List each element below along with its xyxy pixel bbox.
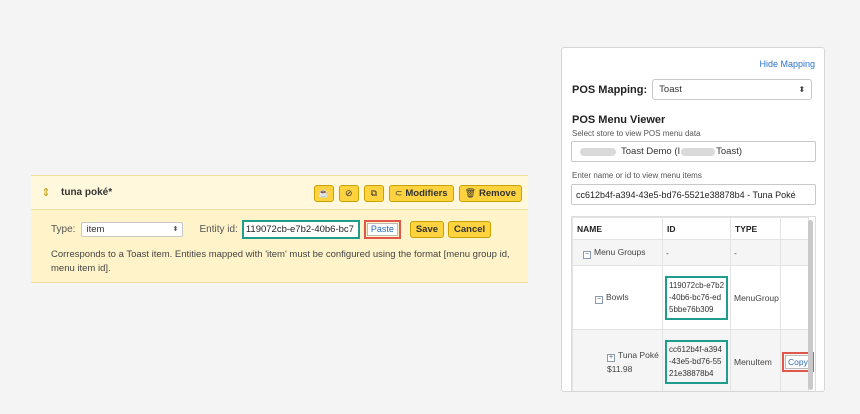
row-name: Bowls [606,291,629,302]
item-id-highlight: cc612b4f-a394-43e5-bd76-5521e38878b4 [665,339,728,384]
header-actions: ☕ ⊘ ⧉ ⊂ Modifiers 🗑 Remove [313,185,522,202]
copy-icon-button[interactable]: ⧉ [363,185,384,202]
row-action-cell: Copy [780,329,814,391]
row-id-cell: cc612b4f-a394-43e5-bd76-5521e38878b4 [662,329,731,391]
col-header-actions [780,217,809,240]
editor-header: ⇕ tuna poké* ☕ ⊘ ⧉ ⊂ Modifiers 🗑 Remove [31,176,528,210]
menu-table: NAME ID TYPE − Menu Groups - - − Bowls 1… [572,217,814,391]
modifiers-icon: ⊂ [394,188,403,198]
remove-label: Remove [479,188,516,199]
copy-button[interactable]: Copy [785,354,811,369]
row-name: Menu Groups [594,246,646,257]
bowl-icon: ☕ [318,188,330,198]
entity-id-label: Entity id: [199,223,238,235]
redacted-text [681,147,716,156]
row-name-cell: + Tuna Poké $11.98 [572,329,663,391]
paste-button[interactable]: Paste [366,222,398,236]
col-header-type: TYPE [730,217,781,240]
item-name: tuna poké* [61,187,113,198]
pos-mapping-label: POS Mapping: [572,83,648,96]
type-select[interactable]: item ⬍ [81,221,184,237]
row-type: MenuItem [730,329,781,391]
store-value-a: Toast Demo (I [621,146,681,157]
search-label: Enter name or id to view menu items [572,171,702,180]
redacted-text [580,147,616,156]
cancel-button[interactable]: Cancel [448,220,492,238]
menu-item-editor: ⇕ tuna poké* ☕ ⊘ ⧉ ⊂ Modifiers 🗑 Remove … [31,175,528,283]
modifiers-button[interactable]: ⊂ Modifiers [388,185,454,202]
drag-handle-icon[interactable]: ⇕ [39,186,53,199]
bowl-icon-button[interactable]: ☕ [313,185,334,202]
row-name-cell: − Menu Groups [572,239,663,266]
collapse-icon[interactable]: − [595,295,603,304]
mapping-row: Type: item ⬍ Entity id: 119072cb-e7b2-40… [51,219,528,239]
row-name: Tuna Poké [618,349,659,360]
col-header-id: ID [662,217,731,240]
select-arrows-icon: ⬍ [172,226,179,233]
row-id-cell: 119072cb-e7b2-40b6-bc76-ed5bbe76b309 [662,265,731,330]
row-action-cell [780,265,809,330]
hide-mapping-link[interactable]: Hide Mapping [759,59,815,69]
save-button[interactable]: Save [409,220,445,238]
col-header-name: NAME [572,217,663,240]
pos-value: Toast [659,84,682,95]
viewer-subtitle: Select store to view POS menu data [572,129,701,138]
pos-mapping-panel: Hide Mapping POS Mapping: Toast ⬍ POS Me… [561,47,825,392]
expand-icon[interactable]: + [607,353,615,362]
table-row: − Menu Groups - - [572,239,809,266]
paste-highlight: Paste [363,219,401,239]
table-scrollbar[interactable] [808,220,813,390]
table-header-row: NAME ID TYPE [572,217,809,240]
collapse-icon[interactable]: − [583,250,591,259]
search-value: cc612b4f-a394-43e5-bd76-5521e38878b4 - T… [576,189,796,200]
viewer-title: POS Menu Viewer [572,114,666,126]
row-price: $11.98 [607,363,633,374]
entity-id-input[interactable]: 119072cb-e7b2-40b6-bc7 [241,219,360,239]
row-type: MenuGroup [730,265,781,330]
group-id-highlight: 119072cb-e7b2-40b6-bc76-ed5bbe76b309 [665,275,728,320]
type-value: item [86,223,105,235]
entity-id-value: 119072cb-e7b2-40b6-bc7 [245,223,354,235]
tag-icon: ⊘ [345,188,353,198]
trash-icon: 🗑 [464,188,477,198]
copy-icon: ⧉ [370,188,378,198]
table-row: − Bowls 119072cb-e7b2-40b6-bc76-ed5bbe76b… [572,265,809,330]
modifiers-label: Modifiers [405,188,448,199]
row-name-cell: − Bowls [572,265,663,330]
row-id: - [662,239,731,266]
store-input[interactable]: Toast Demo (I Toast) [571,141,816,162]
tag-icon-button[interactable]: ⊘ [338,185,359,202]
pos-select[interactable]: Toast ⬍ [652,79,813,100]
table-row: + Tuna Poké $11.98 cc612b4f-a394-43e5-bd7… [572,329,814,391]
row-type: - [730,239,781,266]
store-value-b: Toast) [716,146,743,157]
menu-table-container: NAME ID TYPE − Menu Groups - - − Bowls 1… [571,216,816,391]
pos-mapping-row: POS Mapping: Toast ⬍ [572,79,813,100]
select-arrows-icon: ⬍ [798,85,806,94]
type-description: Corresponds to a Toast item. Entities ma… [51,249,510,274]
type-label: Type: [51,223,76,235]
row-action-cell [780,239,809,266]
remove-button[interactable]: 🗑 Remove [458,185,522,202]
editor-body: Type: item ⬍ Entity id: 119072cb-e7b2-40… [31,210,528,276]
search-input[interactable]: cc612b4f-a394-43e5-bd76-5521e38878b4 - T… [571,184,816,205]
